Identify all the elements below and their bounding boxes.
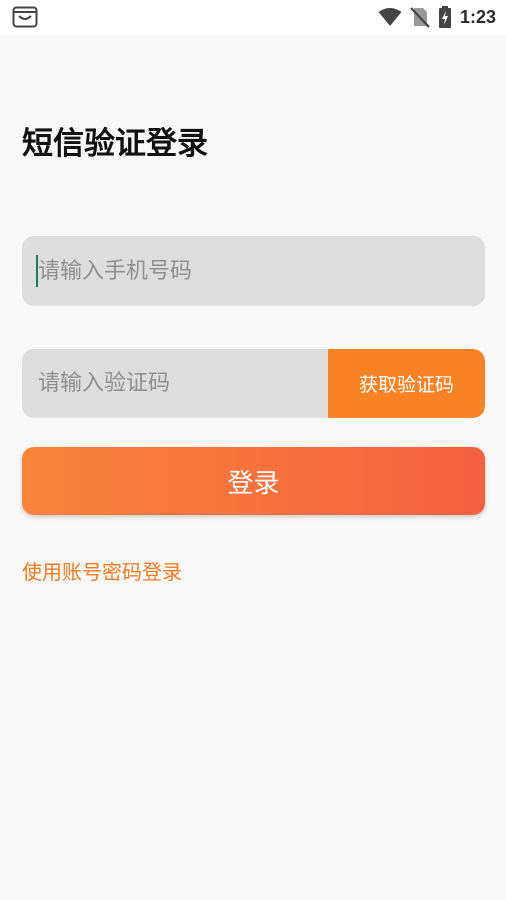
verification-code-input[interactable] [22,349,327,418]
page-title: 短信验证登录 [22,126,208,162]
wifi-icon [378,8,402,26]
battery-charging-icon [438,6,451,28]
account-password-login-link[interactable]: 使用账号密码登录 [22,557,182,587]
notification-app-icon [12,6,38,28]
text-cursor [36,255,38,287]
status-bar: 1:23 [0,0,506,34]
phone-field [22,236,485,306]
no-sim-icon [410,7,430,28]
login-button[interactable]: 登录 [22,447,485,515]
phone-input[interactable] [22,236,485,306]
verification-code-field: 获取验证码 [22,349,485,418]
status-time: 1:23 [459,6,496,27]
get-code-button[interactable]: 获取验证码 [328,349,485,418]
status-icons: 1:23 [378,5,496,29]
